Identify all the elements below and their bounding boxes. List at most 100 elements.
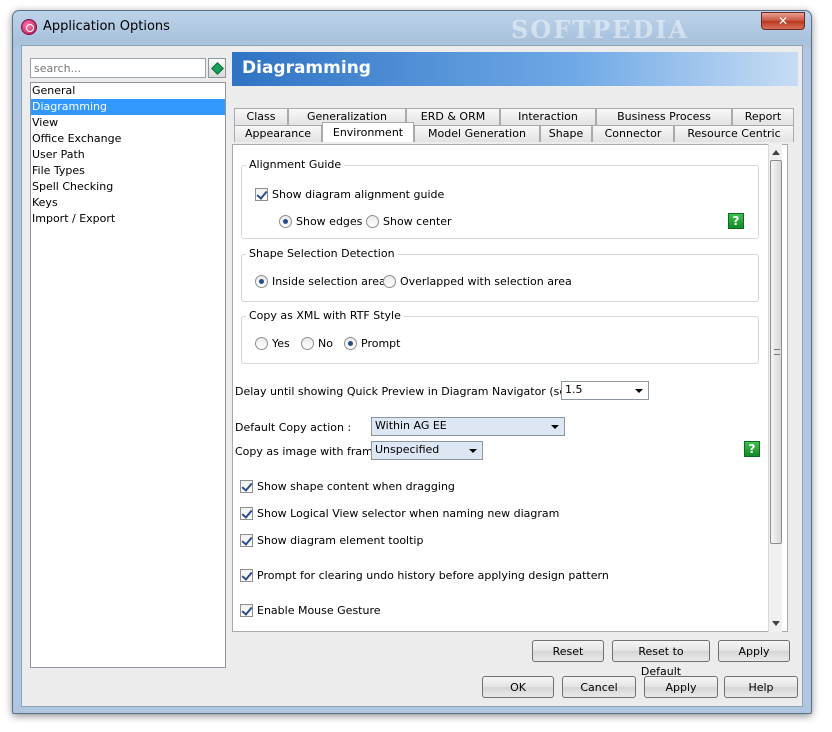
checkbox-icon bbox=[240, 569, 253, 582]
page-title: Diagramming bbox=[232, 52, 798, 86]
scroll-thumb[interactable] bbox=[770, 160, 782, 544]
close-icon: ✕ bbox=[777, 14, 789, 28]
nav-item-office-exchange[interactable]: Office Exchange bbox=[31, 131, 225, 147]
close-button[interactable]: ✕ bbox=[761, 12, 805, 30]
overlapped-selection-radio[interactable]: Overlapped with selection area bbox=[383, 275, 572, 288]
tab-erd-orm[interactable]: ERD & ORM bbox=[406, 108, 500, 125]
application-options-window: Application Options SOFTPEDIA ✕ General … bbox=[12, 10, 812, 714]
radio-icon bbox=[383, 275, 396, 288]
checkbox-icon bbox=[240, 480, 253, 493]
radio-icon bbox=[255, 337, 268, 350]
checkbox-label: Show Logical View selector when naming n… bbox=[257, 507, 560, 520]
tab-row-bottom: Appearance Environment Model Generation … bbox=[232, 122, 794, 142]
show-center-radio[interactable]: Show center bbox=[366, 215, 452, 228]
app-logo-icon bbox=[21, 19, 37, 35]
default-copy-label: Default Copy action : bbox=[235, 421, 352, 434]
radio-icon bbox=[344, 337, 357, 350]
show-alignment-guide-checkbox[interactable]: Show diagram alignment guide bbox=[255, 188, 444, 201]
help-icon[interactable]: ? bbox=[728, 213, 744, 229]
alignment-guide-group: Alignment Guide Show diagram alignment g… bbox=[241, 158, 759, 239]
copy-image-value: Unspecified bbox=[375, 443, 440, 456]
search-input[interactable] bbox=[30, 58, 206, 78]
logical-view-selector-checkbox[interactable]: Show Logical View selector when naming n… bbox=[240, 507, 559, 520]
reset-button[interactable]: Reset bbox=[532, 640, 604, 662]
radio-icon bbox=[279, 215, 292, 228]
checkbox-label: Show shape content when dragging bbox=[257, 480, 455, 493]
default-copy-value: Within AG EE bbox=[375, 419, 447, 432]
shape-selection-group: Shape Selection Detection Inside selecti… bbox=[241, 247, 759, 302]
default-copy-select[interactable]: Within AG EE bbox=[371, 417, 565, 436]
nav-item-file-types[interactable]: File Types bbox=[31, 163, 225, 179]
chevron-down-icon bbox=[635, 389, 643, 393]
copy-xml-prompt-radio[interactable]: Prompt bbox=[344, 337, 400, 350]
radio-label: Prompt bbox=[361, 337, 401, 350]
scroll-down-icon[interactable] bbox=[772, 621, 780, 626]
tab-business-process[interactable]: Business Process bbox=[596, 108, 732, 125]
element-tooltip-checkbox[interactable]: Show diagram element tooltip bbox=[240, 534, 423, 547]
panel-scrollbar[interactable] bbox=[768, 144, 782, 632]
radio-label: Yes bbox=[272, 337, 290, 350]
delay-select[interactable]: 1.5 bbox=[561, 381, 649, 400]
copy-xml-group: Copy as XML with RTF Style Yes No Prompt bbox=[241, 309, 759, 364]
grip-icon bbox=[774, 349, 780, 355]
shape-selection-title: Shape Selection Detection bbox=[246, 247, 398, 260]
checkbox-label: Enable Mouse Gesture bbox=[257, 604, 381, 617]
mouse-gesture-checkbox[interactable]: Enable Mouse Gesture bbox=[240, 604, 381, 617]
reset-to-default-button[interactable]: Reset to Default bbox=[612, 640, 710, 678]
ok-button[interactable]: OK bbox=[482, 676, 554, 698]
shape-content-dragging-checkbox[interactable]: Show shape content when dragging bbox=[240, 480, 455, 493]
copy-image-label: Copy as image with frame : bbox=[235, 445, 387, 458]
checkbox-label: Show diagram element tooltip bbox=[257, 534, 424, 547]
apply-panel-button[interactable]: Apply bbox=[718, 640, 790, 662]
chevron-down-icon bbox=[469, 449, 477, 453]
help-icon[interactable]: ? bbox=[744, 441, 760, 457]
nav-item-spell-checking[interactable]: Spell Checking bbox=[31, 179, 225, 195]
radio-label: Inside selection area bbox=[272, 275, 386, 288]
tab-shape[interactable]: Shape bbox=[540, 125, 592, 142]
scroll-up-icon[interactable] bbox=[772, 150, 780, 155]
help-button[interactable]: Help bbox=[724, 676, 798, 698]
clear-undo-history-checkbox[interactable]: Prompt for clearing undo history before … bbox=[240, 569, 609, 582]
nav-item-general[interactable]: General bbox=[31, 83, 225, 99]
apply-button[interactable]: Apply bbox=[644, 676, 718, 698]
environment-panel: Alignment Guide Show diagram alignment g… bbox=[232, 144, 788, 632]
window-title: Application Options bbox=[43, 19, 170, 34]
tab-interaction[interactable]: Interaction bbox=[500, 108, 596, 125]
tab-class[interactable]: Class bbox=[234, 108, 288, 125]
checkbox-icon bbox=[240, 507, 253, 520]
search-go-icon[interactable] bbox=[208, 58, 226, 78]
nav-item-diagramming[interactable]: Diagramming bbox=[31, 99, 225, 115]
copy-xml-no-radio[interactable]: No bbox=[301, 337, 333, 350]
radio-label: No bbox=[318, 337, 333, 350]
title-bar[interactable]: Application Options SOFTPEDIA ✕ bbox=[13, 11, 811, 44]
tab-row-top: Class Generalization ERD & ORM Interacti… bbox=[232, 108, 794, 125]
nav-item-user-path[interactable]: User Path bbox=[31, 147, 225, 163]
alignment-guide-title: Alignment Guide bbox=[246, 158, 345, 171]
nav-item-view[interactable]: View bbox=[31, 115, 225, 131]
tab-resource-centric[interactable]: Resource Centric bbox=[674, 125, 794, 142]
delay-label: Delay until showing Quick Preview in Dia… bbox=[235, 385, 611, 398]
copy-xml-title: Copy as XML with RTF Style bbox=[246, 309, 404, 322]
softpedia-watermark: SOFTPEDIA bbox=[511, 15, 690, 44]
radio-icon bbox=[301, 337, 314, 350]
checkbox-label: Prompt for clearing undo history before … bbox=[257, 569, 609, 582]
checkbox-icon bbox=[240, 534, 253, 547]
cancel-button[interactable]: Cancel bbox=[562, 676, 636, 698]
radio-label: Show center bbox=[383, 215, 452, 228]
delay-value: 1.5 bbox=[565, 383, 583, 396]
show-edges-radio[interactable]: Show edges bbox=[279, 215, 362, 228]
radio-icon bbox=[255, 275, 268, 288]
copy-xml-yes-radio[interactable]: Yes bbox=[255, 337, 290, 350]
dialog-body: General Diagramming View Office Exchange… bbox=[21, 45, 803, 707]
tab-report[interactable]: Report bbox=[732, 108, 794, 125]
chevron-down-icon bbox=[551, 425, 559, 429]
tab-model-generation[interactable]: Model Generation bbox=[414, 125, 540, 142]
nav-item-import-export[interactable]: Import / Export bbox=[31, 211, 225, 227]
tab-environment[interactable]: Environment bbox=[322, 122, 414, 142]
nav-item-keys[interactable]: Keys bbox=[31, 195, 225, 211]
inside-selection-radio[interactable]: Inside selection area bbox=[255, 275, 386, 288]
checkbox-label: Show diagram alignment guide bbox=[272, 188, 445, 201]
copy-image-select[interactable]: Unspecified bbox=[371, 441, 483, 460]
tab-connector[interactable]: Connector bbox=[592, 125, 674, 142]
tab-appearance[interactable]: Appearance bbox=[234, 125, 322, 142]
